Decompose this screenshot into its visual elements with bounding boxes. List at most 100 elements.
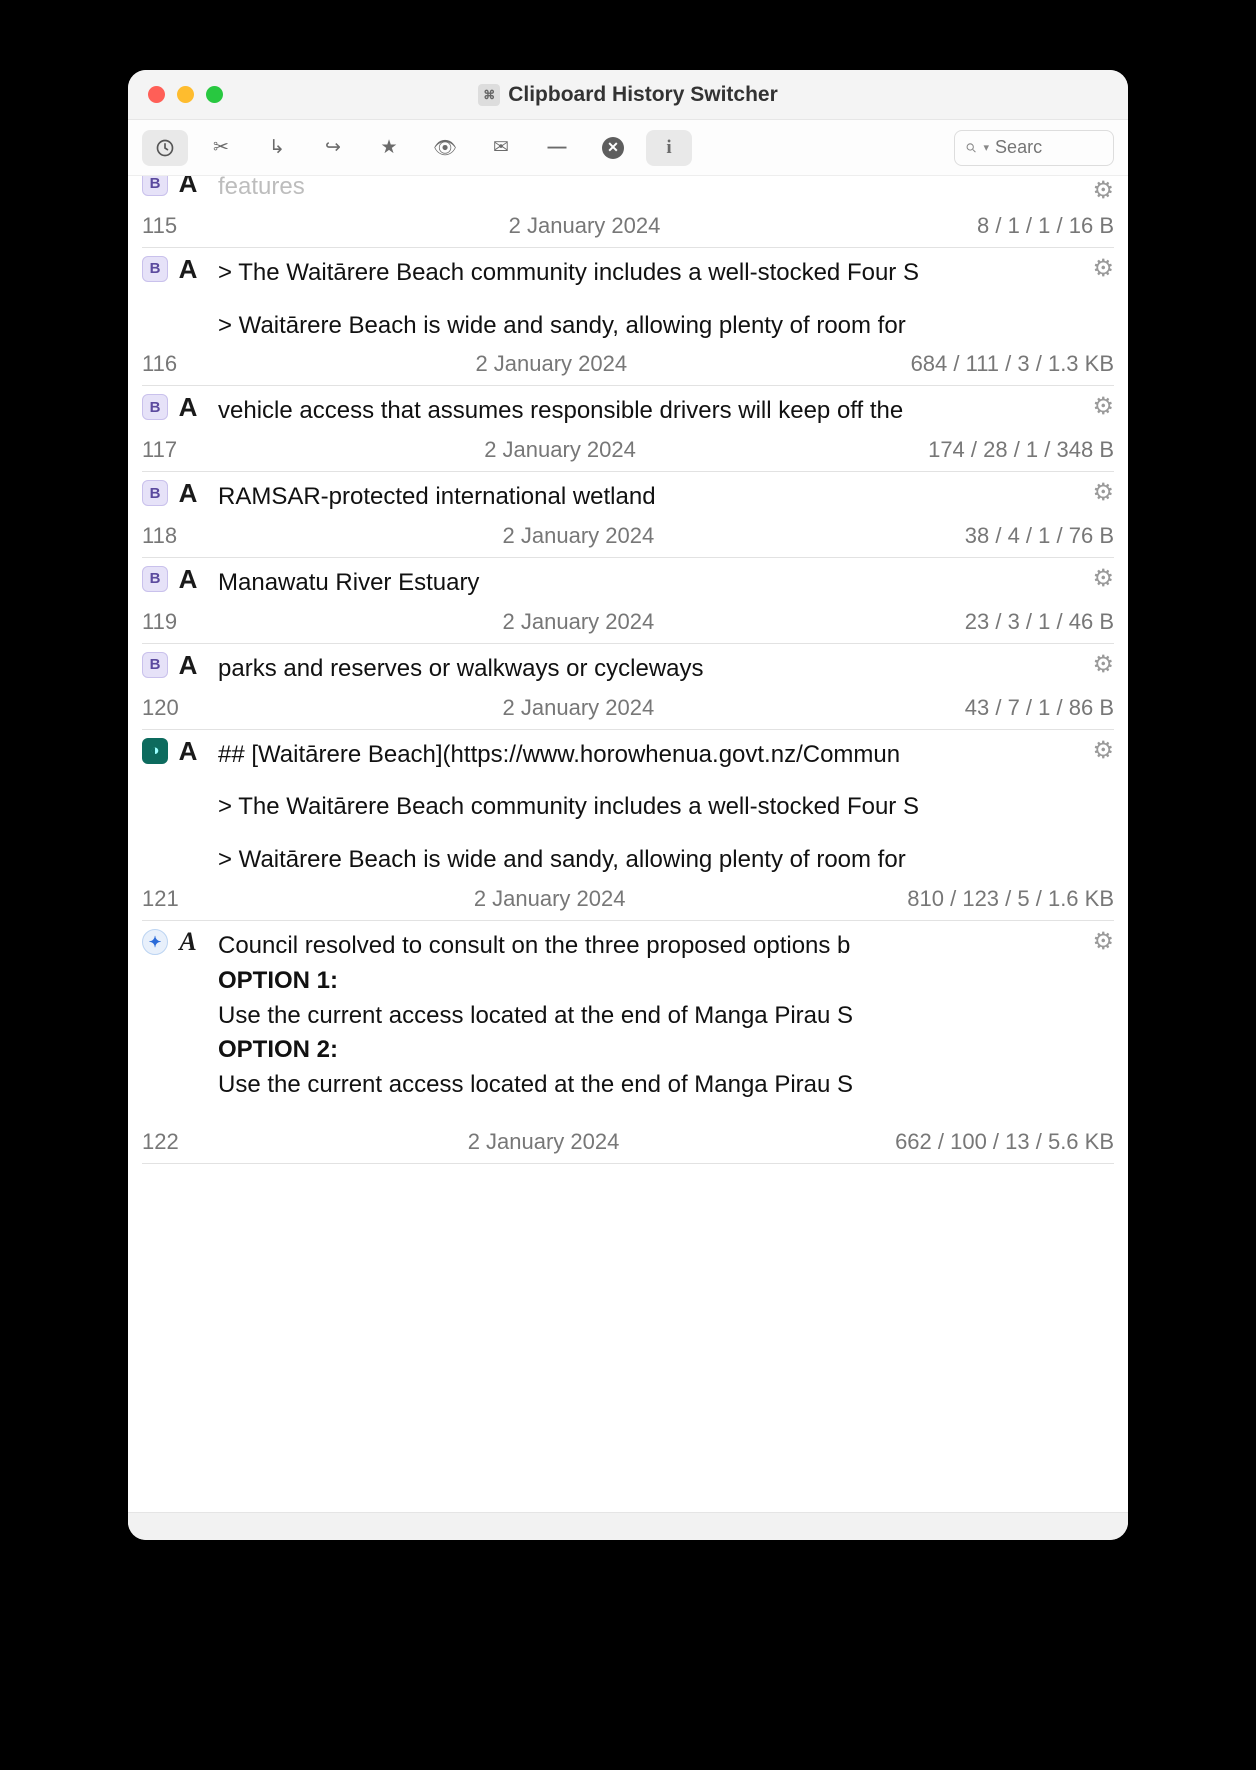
clip-meta: 115 2 January 2024 8 / 1 / 1 / 16 B xyxy=(142,213,1114,241)
arrow-curve-right-icon: ↪ xyxy=(325,136,341,159)
x-circle-icon: ✕ xyxy=(602,137,624,159)
minimize-window-button[interactable] xyxy=(177,86,194,103)
clip-index: 116 xyxy=(142,351,212,377)
clip-preview: RAMSAR-protected international wetland xyxy=(218,480,1114,515)
clip-preview: features xyxy=(218,176,1114,205)
clip-meta: 122 2 January 2024 662 / 100 / 13 / 5.6 … xyxy=(142,1129,1114,1157)
gear-icon[interactable]: ⚙ xyxy=(1092,650,1114,679)
source-app-icon: B xyxy=(142,256,168,282)
cut-button[interactable]: ✂ xyxy=(198,130,244,166)
preview-button[interactable]: 👁 xyxy=(422,130,468,166)
clip-preview: vehicle access that assumes responsible … xyxy=(218,394,1114,429)
traffic-lights xyxy=(128,86,223,103)
source-app-icon: ◑ xyxy=(142,738,168,764)
clip-preview: Manawatu River Estuary xyxy=(218,566,1114,601)
redo-button[interactable]: ↪ xyxy=(310,130,356,166)
clip-meta: 121 2 January 2024 810 / 123 / 5 / 1.6 K… xyxy=(142,886,1114,914)
clip-preview: > The Waitārere Beach community includes… xyxy=(218,256,1114,344)
favorite-button[interactable]: ★ xyxy=(366,130,412,166)
app-icon: ⌘ xyxy=(478,84,500,106)
scissors-icon: ✂ xyxy=(213,136,229,159)
history-button[interactable] xyxy=(142,130,188,166)
clip-index: 119 xyxy=(142,609,212,635)
clip-index: 115 xyxy=(142,213,212,239)
source-app-icon: B xyxy=(142,566,168,592)
status-bar xyxy=(128,1512,1128,1540)
search-field[interactable]: ▾ xyxy=(954,130,1114,166)
envelope-icon: ✉ xyxy=(493,136,509,159)
minus-icon: — xyxy=(548,137,567,159)
source-app-icon: B xyxy=(142,176,168,196)
list-item[interactable]: B A features ⚙ 115 2 January 2024 8 / 1 … xyxy=(142,176,1114,248)
gear-icon[interactable]: ⚙ xyxy=(1092,564,1114,593)
gear-icon[interactable]: ⚙ xyxy=(1092,478,1114,507)
gear-icon[interactable]: ⚙ xyxy=(1092,736,1114,765)
clip-stats: 810 / 123 / 5 / 1.6 KB xyxy=(907,886,1114,912)
source-app-icon: B xyxy=(142,394,168,420)
clip-date: 2 January 2024 xyxy=(212,609,965,635)
eye-icon: 👁 xyxy=(433,136,457,160)
text-type-icon: A xyxy=(176,394,200,420)
titlebar: ⌘ Clipboard History Switcher xyxy=(128,70,1128,120)
info-button[interactable]: i xyxy=(646,130,692,166)
list-item[interactable]: ◑ A ## [Waitārere Beach](https://www.hor… xyxy=(142,730,1114,921)
list-item[interactable]: B A RAMSAR-protected international wetla… xyxy=(142,472,1114,558)
clip-stats: 23 / 3 / 1 / 46 B xyxy=(965,609,1114,635)
list-item[interactable]: ✦ A Council resolved to consult on the t… xyxy=(142,921,1114,1164)
list-item[interactable]: B A vehicle access that assumes responsi… xyxy=(142,386,1114,472)
clip-date: 2 January 2024 xyxy=(212,351,911,377)
clip-date: 2 January 2024 xyxy=(212,1129,895,1155)
list-item[interactable]: B A Manawatu River Estuary ⚙ 119 2 Janua… xyxy=(142,558,1114,644)
zoom-window-button[interactable] xyxy=(206,86,223,103)
clip-preview: Council resolved to consult on the three… xyxy=(218,929,1114,1103)
clip-stats: 43 / 7 / 1 / 86 B xyxy=(965,695,1114,721)
clip-stats: 684 / 111 / 3 / 1.3 KB xyxy=(911,351,1114,377)
list-item[interactable]: B A parks and reserves or walkways or cy… xyxy=(142,644,1114,730)
clip-index: 118 xyxy=(142,523,212,549)
clip-stats: 8 / 1 / 1 / 16 B xyxy=(977,213,1114,239)
clip-index: 121 xyxy=(142,886,212,912)
clipboard-list[interactable]: B A features ⚙ 115 2 January 2024 8 / 1 … xyxy=(128,176,1128,1512)
clip-date: 2 January 2024 xyxy=(212,695,965,721)
search-icon xyxy=(965,140,978,156)
clip-preview: parks and reserves or walkways or cyclew… xyxy=(218,652,1114,687)
clip-preview: ## [Waitārere Beach](https://www.horowhe… xyxy=(218,738,1114,878)
text-type-icon: A xyxy=(176,652,200,678)
clip-index: 120 xyxy=(142,695,212,721)
gear-icon[interactable]: ⚙ xyxy=(1092,927,1114,956)
minimize-button[interactable]: — xyxy=(534,130,580,166)
text-type-icon: A xyxy=(176,738,200,764)
mail-button[interactable]: ✉ xyxy=(478,130,524,166)
clip-meta: 120 2 January 2024 43 / 7 / 1 / 86 B xyxy=(142,695,1114,723)
close-window-button[interactable] xyxy=(148,86,165,103)
clip-date: 2 January 2024 xyxy=(212,523,965,549)
source-app-icon: B xyxy=(142,652,168,678)
clip-index: 122 xyxy=(142,1129,212,1155)
clip-index: 117 xyxy=(142,437,212,463)
arrow-down-right-icon: ↳ xyxy=(269,136,285,159)
clip-meta: 116 2 January 2024 684 / 111 / 3 / 1.3 K… xyxy=(142,351,1114,379)
redo-down-button[interactable]: ↳ xyxy=(254,130,300,166)
clip-stats: 38 / 4 / 1 / 76 B xyxy=(965,523,1114,549)
source-app-icon: B xyxy=(142,480,168,506)
clip-date: 2 January 2024 xyxy=(212,886,907,912)
text-type-icon: A xyxy=(176,176,200,196)
clip-meta: 119 2 January 2024 23 / 3 / 1 / 46 B xyxy=(142,609,1114,637)
richtext-type-icon: A xyxy=(176,929,200,955)
gear-icon[interactable]: ⚙ xyxy=(1092,254,1114,283)
text-type-icon: A xyxy=(176,566,200,592)
window-title: ⌘ Clipboard History Switcher xyxy=(128,83,1128,107)
clip-stats: 174 / 28 / 1 / 348 B xyxy=(928,437,1114,463)
window-title-text: Clipboard History Switcher xyxy=(508,83,778,107)
clip-meta: 117 2 January 2024 174 / 28 / 1 / 348 B xyxy=(142,437,1114,465)
list-item[interactable]: B A > The Waitārere Beach community incl… xyxy=(142,248,1114,387)
gear-icon[interactable]: ⚙ xyxy=(1092,392,1114,421)
star-icon: ★ xyxy=(380,136,397,159)
clip-meta: 118 2 January 2024 38 / 4 / 1 / 76 B xyxy=(142,523,1114,551)
clear-button[interactable]: ✕ xyxy=(590,130,636,166)
text-type-icon: A xyxy=(176,256,200,282)
gear-icon[interactable]: ⚙ xyxy=(1092,176,1114,205)
clock-icon xyxy=(155,138,175,158)
search-input[interactable] xyxy=(995,137,1103,158)
clip-date: 2 January 2024 xyxy=(212,213,977,239)
